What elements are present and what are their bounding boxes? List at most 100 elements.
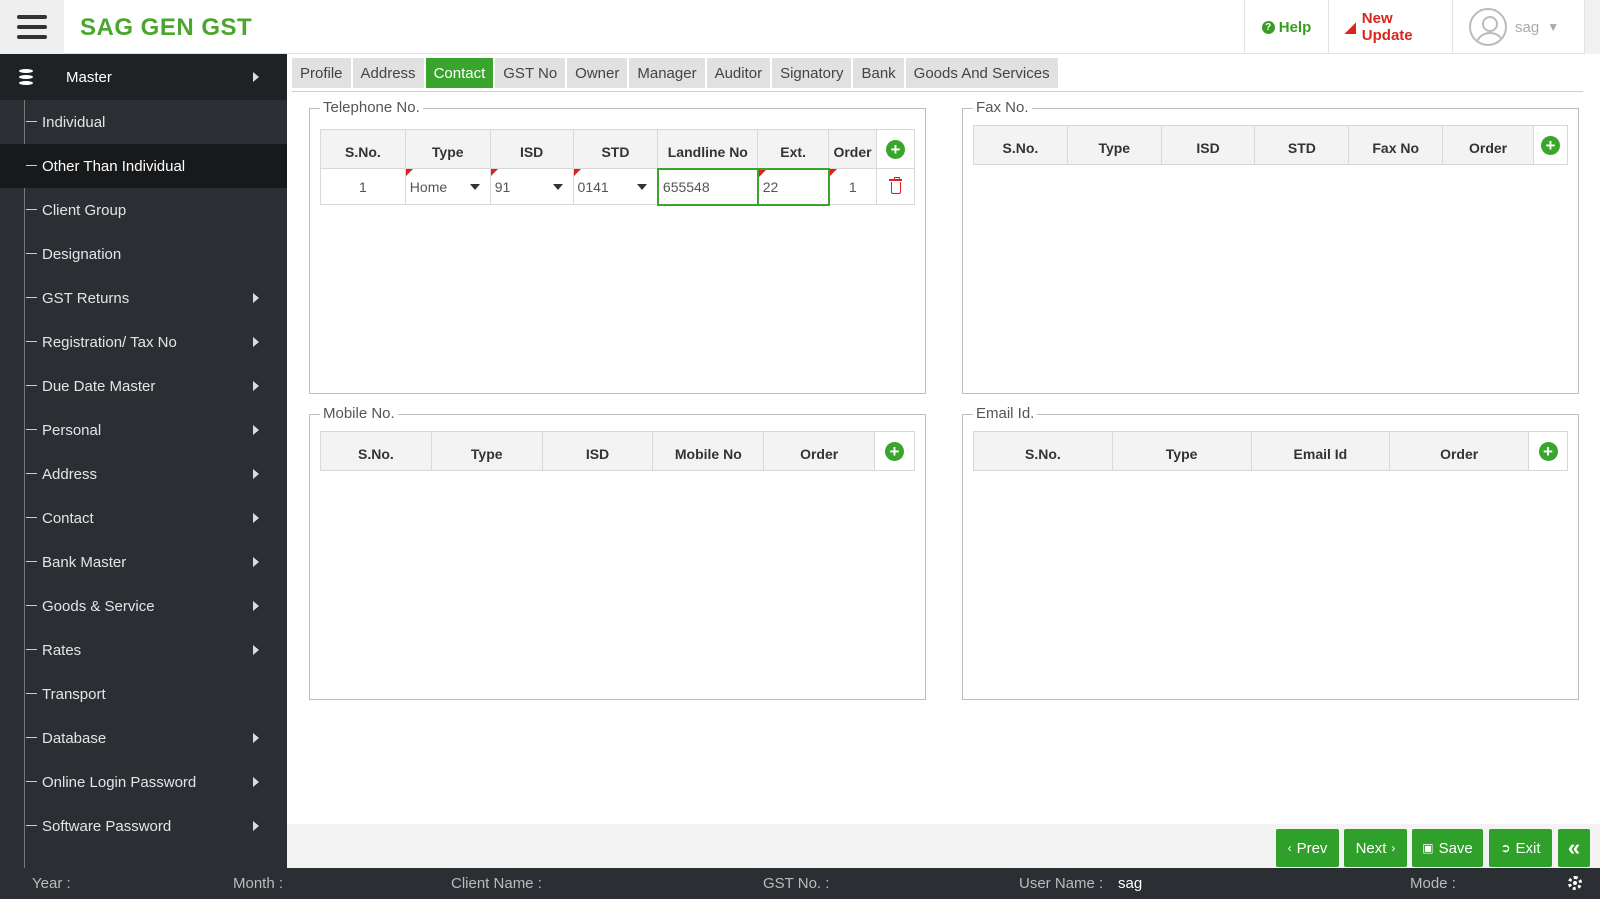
email-header-row: S.No. Type Email Id Order +	[973, 431, 1568, 471]
isd-select[interactable]: 91	[489, 168, 574, 205]
gst-no-label: GST No. :	[763, 875, 830, 892]
fax-table: S.No. Type ISD STD Fax No Order +	[973, 125, 1569, 165]
sidebar-master[interactable]: Master	[0, 54, 287, 100]
help-label: Help	[1278, 18, 1312, 36]
std-select[interactable]: 0141	[572, 168, 659, 205]
add-mobile-plus-icon[interactable]: +	[885, 441, 905, 461]
col-header: Type	[1066, 125, 1162, 165]
sidebar-item-label: Address	[42, 465, 98, 483]
telephone-header-row: S.No. Type ISD STD Landline No Ext. Orde…	[320, 129, 915, 169]
isd-value: 91	[494, 178, 511, 195]
order-cell[interactable]: 1	[828, 168, 877, 205]
chevron-right-icon	[253, 425, 259, 435]
sidebar-item[interactable]: Personal	[0, 408, 287, 452]
prev-button[interactable]: ‹ Prev	[1276, 829, 1339, 867]
save-button[interactable]: ▣ Save	[1412, 829, 1483, 867]
telephone-table: S.No. Type ISD STD Landline No Ext. Orde…	[320, 129, 915, 206]
hamburger-menu-icon[interactable]	[0, 0, 64, 54]
sidebar-item[interactable]: Individual	[0, 100, 287, 144]
ext-value: 22	[762, 178, 779, 195]
trash-icon[interactable]	[888, 177, 902, 194]
type-select[interactable]: Home	[404, 168, 491, 205]
sidebar-item[interactable]: Transport	[0, 672, 287, 716]
tab[interactable]: Contact	[425, 58, 494, 88]
chevron-right-icon	[253, 469, 259, 479]
add-column: +	[874, 431, 915, 471]
gear-icon[interactable]	[1568, 876, 1582, 890]
new-update-button[interactable]: ◢ New Update	[1328, 0, 1452, 54]
col-header: Order	[828, 129, 877, 169]
tab[interactable]: Owner	[567, 58, 628, 88]
sidebar-item[interactable]: Other Than Individual	[0, 144, 287, 188]
tab[interactable]: Profile	[292, 58, 351, 88]
sidebar-item[interactable]: Software Password	[0, 804, 287, 848]
sidebar-item[interactable]: Due Date Master	[0, 364, 287, 408]
col-header: Order	[1442, 125, 1534, 165]
sidebar-item[interactable]: Rates	[0, 628, 287, 672]
col-header: Order	[763, 431, 876, 471]
new-update-label: New Update	[1361, 10, 1413, 44]
tab[interactable]: Auditor	[706, 58, 771, 88]
question-circle-icon: ?	[1261, 20, 1275, 34]
sidebar-item[interactable]: Database	[0, 716, 287, 760]
tab[interactable]: Address	[352, 58, 424, 88]
client-name-label: Client Name :	[451, 875, 542, 892]
sidebar-item-label: Individual	[42, 113, 106, 131]
user-name-label: User Name :	[1019, 875, 1104, 892]
database-icon	[19, 69, 33, 85]
top-right-actions: ? Help ◢ New Update sag ▼	[1244, 0, 1600, 54]
add-column: +	[1532, 125, 1569, 165]
sign-out-icon: ➲	[1500, 841, 1511, 855]
tab[interactable]: Manager	[629, 58, 705, 88]
add-fax-plus-icon[interactable]: +	[1540, 135, 1560, 155]
sidebar-item-label: Rates	[42, 641, 82, 659]
collapse-button[interactable]: «	[1558, 829, 1590, 867]
tab[interactable]: Bank	[853, 58, 904, 88]
mobile-fieldset: Mobile No. S.No. Type ISD Mobile No Orde…	[309, 405, 926, 700]
chevron-right-icon	[253, 513, 259, 523]
col-header: S.No.	[973, 431, 1113, 471]
sidebar-item[interactable]: Designation	[0, 232, 287, 276]
sidebar-item-label: Goods & Service	[42, 597, 155, 615]
email-legend: Email Id.	[973, 405, 1038, 422]
fax-header-row: S.No. Type ISD STD Fax No Order +	[973, 125, 1569, 165]
next-button[interactable]: Next ›	[1344, 829, 1407, 867]
mobile-table: S.No. Type ISD Mobile No Order +	[320, 431, 915, 471]
add-email-plus-icon[interactable]: +	[1538, 441, 1558, 461]
add-column: +	[1528, 431, 1568, 471]
sidebar-item[interactable]: Address	[0, 452, 287, 496]
chevron-right-icon	[253, 337, 259, 347]
sidebar-item[interactable]: Client Group	[0, 188, 287, 232]
exit-button[interactable]: ➲ Exit	[1489, 829, 1552, 867]
sidebar-item-label: Client Group	[42, 201, 127, 219]
telephone-legend: Telephone No.	[320, 99, 423, 116]
ext-input[interactable]: 22	[756, 167, 830, 206]
sidebar-item[interactable]: Contact	[0, 496, 287, 540]
sidebar-item[interactable]: Goods & Service	[0, 584, 287, 628]
tab[interactable]: Goods And Services	[905, 58, 1058, 88]
help-button[interactable]: ? Help	[1244, 0, 1328, 54]
col-header: Mobile No	[652, 431, 765, 471]
chevron-right-icon	[253, 293, 259, 303]
sidebar-item[interactable]: Registration/ Tax No	[0, 320, 287, 364]
sidebar-item[interactable]: Online Login Password	[0, 760, 287, 804]
double-chevron-left-icon: «	[1567, 835, 1581, 860]
add-telephone-plus-icon[interactable]: +	[886, 139, 905, 159]
tab[interactable]: GST No	[495, 58, 566, 88]
chevron-right-icon	[253, 72, 259, 82]
month-label: Month :	[233, 875, 284, 892]
sidebar-item[interactable]: Bank Master	[0, 540, 287, 584]
tab[interactable]: Signatory	[772, 58, 852, 88]
sidebar-master-label: Master	[66, 68, 112, 86]
scrollbar[interactable]	[1584, 0, 1600, 54]
delete-cell	[876, 168, 915, 205]
landline-input[interactable]: 655548	[656, 167, 759, 206]
col-header: Ext.	[757, 129, 830, 169]
col-header: S.No.	[320, 129, 406, 169]
user-menu[interactable]: sag ▼	[1452, 0, 1584, 54]
sidebar-item[interactable]: GST Returns	[0, 276, 287, 320]
chevron-right-icon: ›	[1391, 841, 1396, 855]
sidebar-item-label: Due Date Master	[42, 377, 156, 395]
sidebar-item-label: Online Login Password	[42, 773, 197, 791]
floppy-disk-icon: ▣	[1422, 841, 1434, 855]
